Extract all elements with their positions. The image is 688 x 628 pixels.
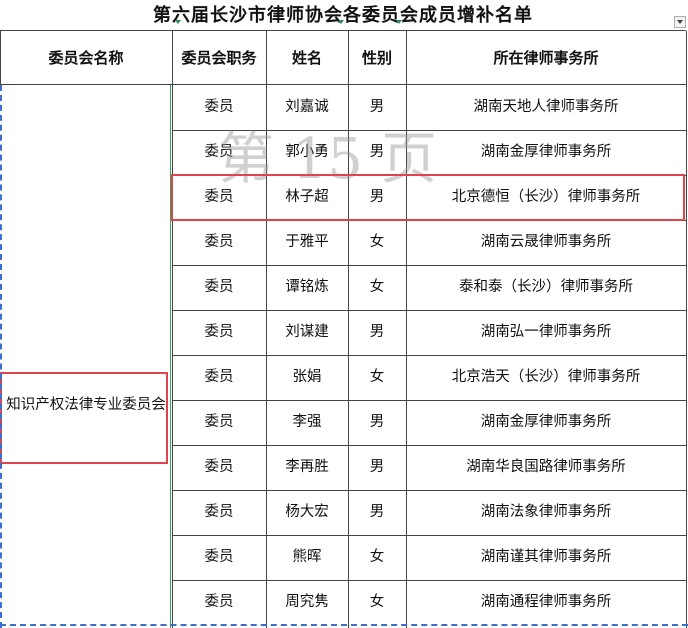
sheet-title: 第六届长沙市律师协会各委员会成员增补名单 — [0, 0, 686, 31]
cell-firm[interactable]: 湖南金厚律师事务所 — [406, 130, 686, 175]
cell-position[interactable]: 委员 — [172, 445, 266, 490]
grid-line — [686, 31, 687, 628]
cell-name[interactable]: 刘谋建 — [266, 310, 348, 355]
header-position[interactable]: 委员会职务 — [172, 31, 266, 85]
cell-firm[interactable]: 湖南通程律师事务所 — [406, 580, 686, 625]
cell-name[interactable]: 郭小勇 — [266, 130, 348, 175]
cell-gender[interactable]: 男 — [348, 445, 406, 490]
cell-name[interactable]: 熊晖 — [266, 535, 348, 580]
selection-border — [0, 85, 3, 628]
cell-gender[interactable]: 女 — [348, 220, 406, 265]
cell-firm[interactable]: 湖南谨其律师事务所 — [406, 535, 686, 580]
header-firm[interactable]: 所在律师事务所 — [406, 31, 686, 85]
cell-position[interactable]: 委员 — [172, 580, 266, 625]
cell-position[interactable]: 委员 — [172, 220, 266, 265]
cell-position[interactable]: 委员 — [172, 175, 266, 220]
filter-marker-icon — [338, 20, 344, 24]
cell-gender[interactable]: 男 — [348, 310, 406, 355]
cell-position[interactable]: 委员 — [172, 355, 266, 400]
committee-name-cell[interactable]: 知识产权法律专业委员会 — [2, 395, 170, 443]
cell-firm[interactable]: 北京浩天（长沙）律师事务所 — [406, 355, 686, 400]
cell-name[interactable]: 刘嘉诚 — [266, 85, 348, 130]
cell-name[interactable]: 张娟 — [266, 355, 348, 400]
cell-gender[interactable]: 男 — [348, 400, 406, 445]
cell-gender[interactable]: 男 — [348, 130, 406, 175]
cell-position[interactable]: 委员 — [172, 130, 266, 175]
cell-name[interactable]: 谭铭炼 — [266, 265, 348, 310]
filter-marker-icon — [175, 20, 181, 24]
grid-line — [0, 31, 1, 85]
filter-marker-icon — [396, 20, 402, 24]
cell-firm[interactable]: 湖南华良国路律师事务所 — [406, 445, 686, 490]
cell-firm[interactable]: 湖南法象律师事务所 — [406, 490, 686, 535]
cell-name[interactable]: 林子超 — [266, 175, 348, 220]
header-committee-name[interactable]: 委员会名称 — [0, 31, 172, 85]
cell-name[interactable]: 周究隽 — [266, 580, 348, 625]
cell-firm[interactable]: 湖南弘一律师事务所 — [406, 310, 686, 355]
cell-gender[interactable]: 女 — [348, 535, 406, 580]
cell-name[interactable]: 于雅平 — [266, 220, 348, 265]
cell-position[interactable]: 委员 — [172, 265, 266, 310]
header-name[interactable]: 姓名 — [266, 31, 348, 85]
cell-gender[interactable]: 男 — [348, 175, 406, 220]
cell-gender[interactable]: 男 — [348, 85, 406, 130]
cell-gender[interactable]: 女 — [348, 580, 406, 625]
cell-position[interactable]: 委员 — [172, 490, 266, 535]
cell-firm[interactable]: 湖南天地人律师事务所 — [406, 85, 686, 130]
cell-position[interactable]: 委员 — [172, 85, 266, 130]
cell-name[interactable]: 李再胜 — [266, 445, 348, 490]
cell-name[interactable]: 李强 — [266, 400, 348, 445]
filter-dropdown-icon[interactable] — [674, 16, 686, 28]
cell-gender[interactable]: 女 — [348, 355, 406, 400]
cell-position[interactable]: 委员 — [172, 535, 266, 580]
cell-firm[interactable]: 泰和泰（长沙）律师事务所 — [406, 265, 686, 310]
cell-gender[interactable]: 男 — [348, 490, 406, 535]
cell-firm[interactable]: 湖南云晟律师事务所 — [406, 220, 686, 265]
cell-name[interactable]: 杨大宏 — [266, 490, 348, 535]
selection-border — [0, 624, 688, 626]
grid-line — [170, 85, 171, 628]
cell-gender[interactable]: 女 — [348, 265, 406, 310]
header-gender[interactable]: 性别 — [348, 31, 406, 85]
cell-firm[interactable]: 湖南金厚律师事务所 — [406, 400, 686, 445]
cell-position[interactable]: 委员 — [172, 400, 266, 445]
cell-firm[interactable]: 北京德恒（长沙）律师事务所 — [406, 175, 686, 220]
cell-position[interactable]: 委员 — [172, 310, 266, 355]
spreadsheet: 第六届长沙市律师协会各委员会成员增补名单 委员会名称 委员会职务 姓名 性别 所… — [0, 0, 688, 628]
